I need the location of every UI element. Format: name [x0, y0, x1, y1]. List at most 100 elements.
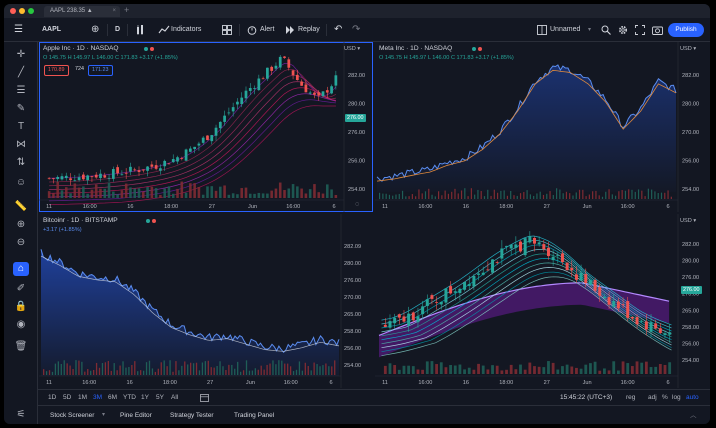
range-1y[interactable]: 1Y [141, 390, 149, 405]
currency-selector[interactable]: USD ▾ [680, 218, 696, 224]
chart-pane-apple[interactable]: Apple Inc · 1D · NASDAQ O 145.75 H 145.9… [39, 42, 373, 212]
adj-toggle[interactable]: adj [648, 390, 657, 405]
range-1m[interactable]: 1M [78, 390, 87, 405]
volume-bar [608, 189, 610, 199]
fib-retracement-icon[interactable]: ☰ [13, 84, 29, 98]
range-1d[interactable]: 1D [48, 390, 56, 405]
layout-name-button[interactable]: Unnamed [550, 18, 580, 42]
volume-bar [310, 370, 312, 375]
reg-toggle[interactable]: reg [626, 390, 635, 405]
chart-type-icon[interactable] [136, 25, 146, 35]
chevron-down-icon[interactable]: ▾ [588, 18, 591, 42]
maximize-window-dot[interactable] [28, 8, 34, 14]
gear-icon[interactable] [618, 25, 628, 35]
range-5d[interactable]: 5D [63, 390, 71, 405]
undo-icon[interactable]: ↶ [334, 18, 342, 42]
chart-pane-bitcoin[interactable]: Bitcoinr · 1D · BITSTAMP +3.17 (+1.85%) … [39, 214, 373, 388]
redo-icon[interactable]: ↷ [352, 18, 360, 42]
alert-button[interactable]: Alert [260, 18, 274, 42]
currency-selector[interactable]: USD ▾ [344, 46, 360, 52]
magnet-icon[interactable]: ⌂ [13, 262, 29, 276]
layout-grid-icon[interactable] [222, 25, 232, 35]
volume-bar [562, 193, 564, 199]
new-tab-icon[interactable]: + [124, 5, 129, 15]
percent-toggle[interactable]: % [662, 390, 668, 405]
tab-strategy-tester[interactable]: Strategy Tester [170, 406, 214, 424]
minimize-window-dot[interactable] [19, 8, 25, 14]
volume-bar [272, 360, 274, 375]
zoom-out-icon[interactable]: ⊖ [13, 236, 29, 250]
tab-trading-panel[interactable]: Trading Panel [234, 406, 274, 424]
menu-icon[interactable]: ☰ [14, 18, 23, 42]
replay-button[interactable]: Replay [298, 18, 320, 42]
range-6m[interactable]: 6M [108, 390, 117, 405]
emoji-icon[interactable]: ☺ [13, 176, 29, 190]
volume-bar [171, 193, 175, 198]
lock-icon[interactable]: 🔒 [13, 300, 29, 314]
volume-bar [536, 193, 538, 199]
auto-toggle[interactable]: auto [686, 390, 699, 405]
volume-bar [222, 366, 224, 375]
volume-bar [263, 369, 265, 375]
signal-icon[interactable]: ⚟ [13, 408, 29, 422]
fullscreen-icon[interactable] [635, 25, 645, 35]
volume-bar [322, 365, 324, 375]
range-3m[interactable]: 3M [93, 390, 102, 405]
volume-bar [658, 364, 662, 374]
brush-icon[interactable]: ✎ [13, 102, 29, 116]
clock-readout[interactable]: 15:45:22 (UTC+3) [560, 390, 612, 405]
ruler-icon[interactable]: 📏 [13, 200, 29, 214]
prediction-icon[interactable]: ⇅ [13, 156, 29, 170]
volume-bar [269, 363, 271, 375]
volume-bar [556, 188, 558, 199]
volume-bar [572, 195, 574, 199]
log-toggle[interactable]: log [672, 390, 681, 405]
publish-button[interactable]: Publish [668, 23, 704, 37]
x-tick-label: Jun [246, 380, 255, 386]
tab-pine-editor[interactable]: Pine Editor [120, 406, 152, 424]
tab-close-icon[interactable]: × [112, 6, 116, 17]
volume-bar [570, 366, 574, 374]
moving-average-line [49, 81, 336, 190]
text-tool-icon[interactable]: T [13, 120, 29, 134]
trash-icon[interactable]: 🗑 [13, 340, 29, 354]
add-symbol-icon[interactable]: ⊕ [91, 18, 99, 42]
chart-pane-4[interactable]: 282.00 280.00 276.00 270.00 265.00 258.00 256.… [375, 214, 710, 388]
crosshair-icon[interactable]: ✛ [13, 48, 29, 62]
camera-icon[interactable] [652, 25, 663, 35]
chevron-down-icon[interactable]: ▾ [102, 406, 105, 424]
volume-bar [519, 193, 522, 199]
currency-selector[interactable]: USD ▾ [680, 46, 696, 52]
browser-tab[interactable]: AAPL 238.35 ▲ × [44, 6, 120, 17]
volume-bar [621, 361, 625, 374]
hide-drawings-icon[interactable]: ◉ [13, 318, 29, 332]
trend-line-icon[interactable]: ╱ [13, 66, 29, 80]
search-icon[interactable] [601, 25, 611, 35]
meta-line-chart: 282.00 280.00 270.00 256.00 254.00 11 16:00 16 1… [375, 42, 699, 212]
candle [523, 238, 527, 256]
middle-price-axis[interactable]: 282.09 280.00 276.00 270.00 265.00 258.00 256.… [341, 214, 373, 388]
range-5y[interactable]: 5Y [156, 390, 164, 405]
range-all[interactable]: All [171, 390, 178, 405]
range-ytd[interactable]: YTD [123, 390, 136, 405]
zoom-in-icon[interactable]: ⊕ [13, 218, 29, 232]
candle [658, 328, 662, 333]
volume-bar [142, 370, 145, 375]
x-tick-label: 11 [46, 204, 52, 210]
chevron-up-icon[interactable]: ︿ [690, 406, 697, 424]
indicators-button[interactable]: Indicators [171, 18, 201, 42]
pattern-icon[interactable]: ⋈ [13, 138, 29, 152]
tab-stock-screener[interactable]: Stock Screener [50, 406, 94, 424]
volume-bar [216, 365, 218, 375]
moving-average-line [49, 68, 337, 183]
chart-pane-meta[interactable]: Meta Inc · 1D · NASDAQ O 145.75 H 145.97… [375, 42, 710, 212]
volume-bar [657, 192, 659, 199]
close-window-dot[interactable] [10, 8, 16, 14]
interval-button[interactable]: D [115, 18, 120, 42]
chat-icon[interactable]: ◌ [355, 201, 359, 208]
stay-drawing-icon[interactable]: ✐ [13, 282, 29, 296]
volume-bar [431, 194, 433, 199]
symbol-search-button[interactable]: AAPL [42, 18, 61, 42]
candle [588, 280, 592, 285]
calendar-icon[interactable] [200, 393, 209, 402]
